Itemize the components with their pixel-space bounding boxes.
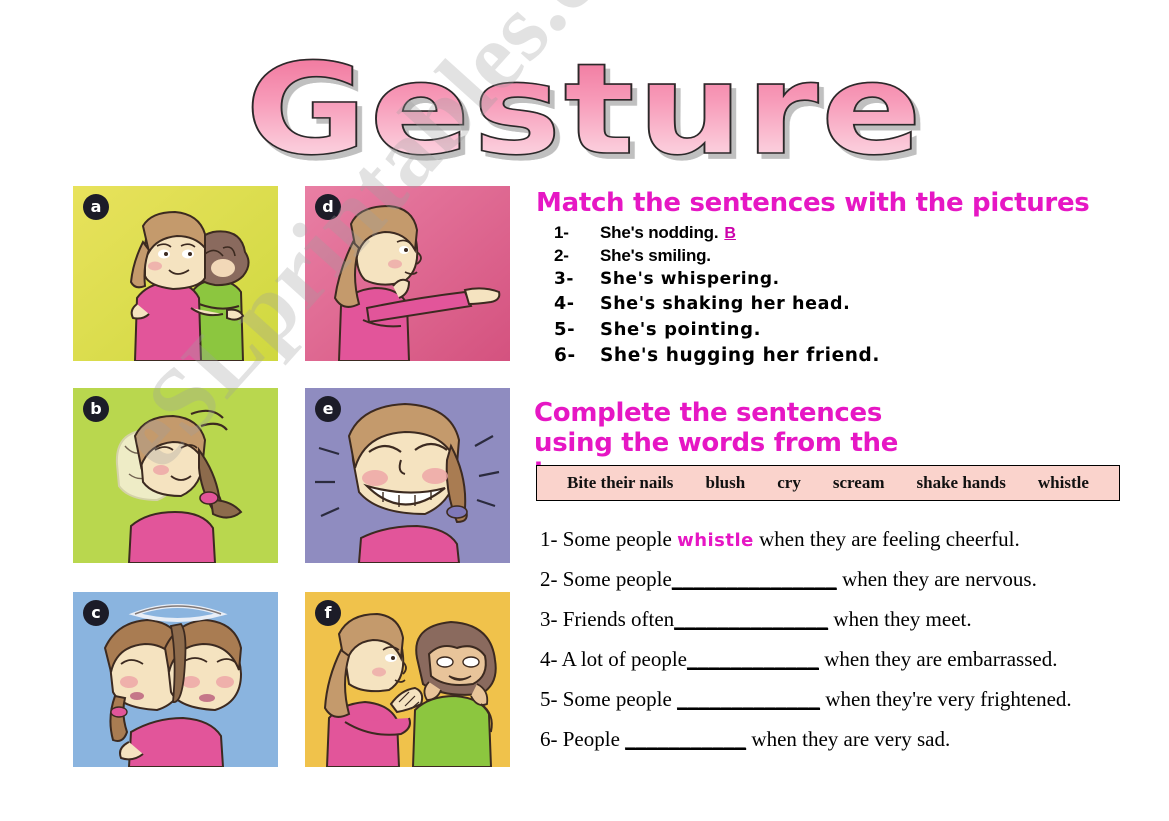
- panel-letter-badge: c: [83, 600, 109, 626]
- match-item-text: She's shaking her head.: [600, 294, 851, 314]
- match-item-number: 6-: [554, 345, 576, 366]
- match-item[interactable]: 4- She's shaking her head.: [554, 292, 1014, 316]
- word-bank-item[interactable]: whistle: [1038, 473, 1089, 493]
- worksheet-page: eSLprintables.com Gesture: [0, 0, 1169, 821]
- picture-panel-a: a: [73, 186, 278, 361]
- match-item-text: She's smiling.: [600, 246, 711, 265]
- fill-sentence-before: Some people: [562, 687, 678, 711]
- page-title-text: Gesture: [244, 36, 924, 183]
- fill-sentence-number: 4-: [540, 647, 558, 671]
- fill-sentence-before: Some people: [562, 567, 672, 591]
- fill-sentence-number: 5-: [540, 687, 558, 711]
- panel-letter-badge: e: [315, 396, 341, 422]
- word-bank: Bite their nails blush cry scream shake …: [536, 465, 1120, 501]
- picture-panel-d: d: [305, 186, 510, 361]
- match-item-text: She's pointing.: [600, 319, 762, 340]
- picture-panel-f: f: [305, 592, 510, 767]
- fill-sentence-before: People: [562, 727, 626, 751]
- word-bank-item[interactable]: shake hands: [917, 473, 1006, 493]
- exercise1-heading: Match the sentences with the pictures: [536, 188, 1090, 218]
- fill-sentence-number: 6-: [540, 727, 558, 751]
- fill-sentence[interactable]: 6- People ___________ when they are very…: [540, 720, 1140, 760]
- fill-sentence-after: when they meet.: [828, 607, 972, 631]
- match-item-answer[interactable]: B: [724, 225, 736, 243]
- word-bank-item[interactable]: cry: [777, 473, 801, 493]
- fill-sentence[interactable]: 1- Some people whistle when they are fee…: [540, 520, 1140, 560]
- picture-grid: a d b e c f: [73, 186, 510, 767]
- exercise2-sentences: 1- Some people whistle when they are fee…: [540, 520, 1140, 760]
- match-item[interactable]: 1- She's nodding. B: [554, 222, 1014, 244]
- match-item-number: 4-: [554, 294, 575, 314]
- fill-sentence-number: 1-: [540, 527, 558, 551]
- fill-sentence-blank[interactable]: _______________: [672, 567, 837, 591]
- fill-sentence-answer[interactable]: whistle: [677, 530, 754, 551]
- fill-sentence-before: Some people: [562, 527, 678, 551]
- fill-sentence-blank[interactable]: ___________: [625, 727, 746, 751]
- page-title: Gesture: [0, 36, 1169, 184]
- fill-sentence-after: when they're very frightened.: [820, 687, 1072, 711]
- panel-letter-badge: f: [315, 600, 341, 626]
- match-item[interactable]: 5- She's pointing.: [554, 317, 1014, 342]
- fill-sentence[interactable]: 2- Some people_______________ when they …: [540, 560, 1140, 600]
- fill-sentence-after: when they are very sad.: [746, 727, 951, 751]
- match-item-number: 5-: [554, 319, 576, 340]
- fill-sentence-blank[interactable]: ______________: [674, 607, 828, 631]
- match-item-text: She's whispering.: [600, 269, 780, 289]
- match-item-text: She's nodding.: [600, 223, 719, 242]
- word-bank-item[interactable]: scream: [833, 473, 885, 493]
- panel-letter-badge: a: [83, 194, 109, 220]
- fill-sentence-after: when they are feeling cheerful.: [753, 527, 1020, 551]
- match-item-number: 1-: [554, 223, 569, 242]
- match-item[interactable]: 2- She's smiling.: [554, 245, 1014, 267]
- fill-sentence[interactable]: 4- A lot of people____________ when they…: [540, 640, 1140, 680]
- fill-sentence[interactable]: 5- Some people _____________ when they'r…: [540, 680, 1140, 720]
- match-item-number: 3-: [554, 269, 575, 289]
- picture-panel-e: e: [305, 388, 510, 563]
- fill-sentence-number: 3-: [540, 607, 558, 631]
- fill-sentence-blank[interactable]: ____________: [687, 647, 819, 671]
- match-item-text: She's hugging her friend.: [600, 345, 880, 366]
- picture-panel-c: c: [73, 592, 278, 767]
- fill-sentence-number: 2-: [540, 567, 558, 591]
- word-bank-item[interactable]: Bite their nails: [567, 473, 673, 493]
- panel-letter-badge: b: [83, 396, 109, 422]
- picture-panel-b: b: [73, 388, 278, 563]
- fill-sentence[interactable]: 3- Friends often______________ when they…: [540, 600, 1140, 640]
- panel-letter-badge: d: [315, 194, 341, 220]
- match-item-number: 2-: [554, 246, 569, 265]
- match-item[interactable]: 6- She's hugging her friend.: [554, 343, 1014, 369]
- match-item[interactable]: 3- She's whispering.: [554, 268, 1014, 291]
- word-bank-item[interactable]: blush: [705, 473, 745, 493]
- fill-sentence-after: when they are embarrassed.: [819, 647, 1058, 671]
- exercise1-list: 1- She's nodding. B 2- She's smiling. 3-…: [554, 222, 1014, 370]
- fill-sentence-before: Friends often: [562, 607, 675, 631]
- fill-sentence-blank[interactable]: _____________: [677, 687, 820, 711]
- fill-sentence-before: A lot of people: [561, 647, 687, 671]
- fill-sentence-after: when they are nervous.: [836, 567, 1037, 591]
